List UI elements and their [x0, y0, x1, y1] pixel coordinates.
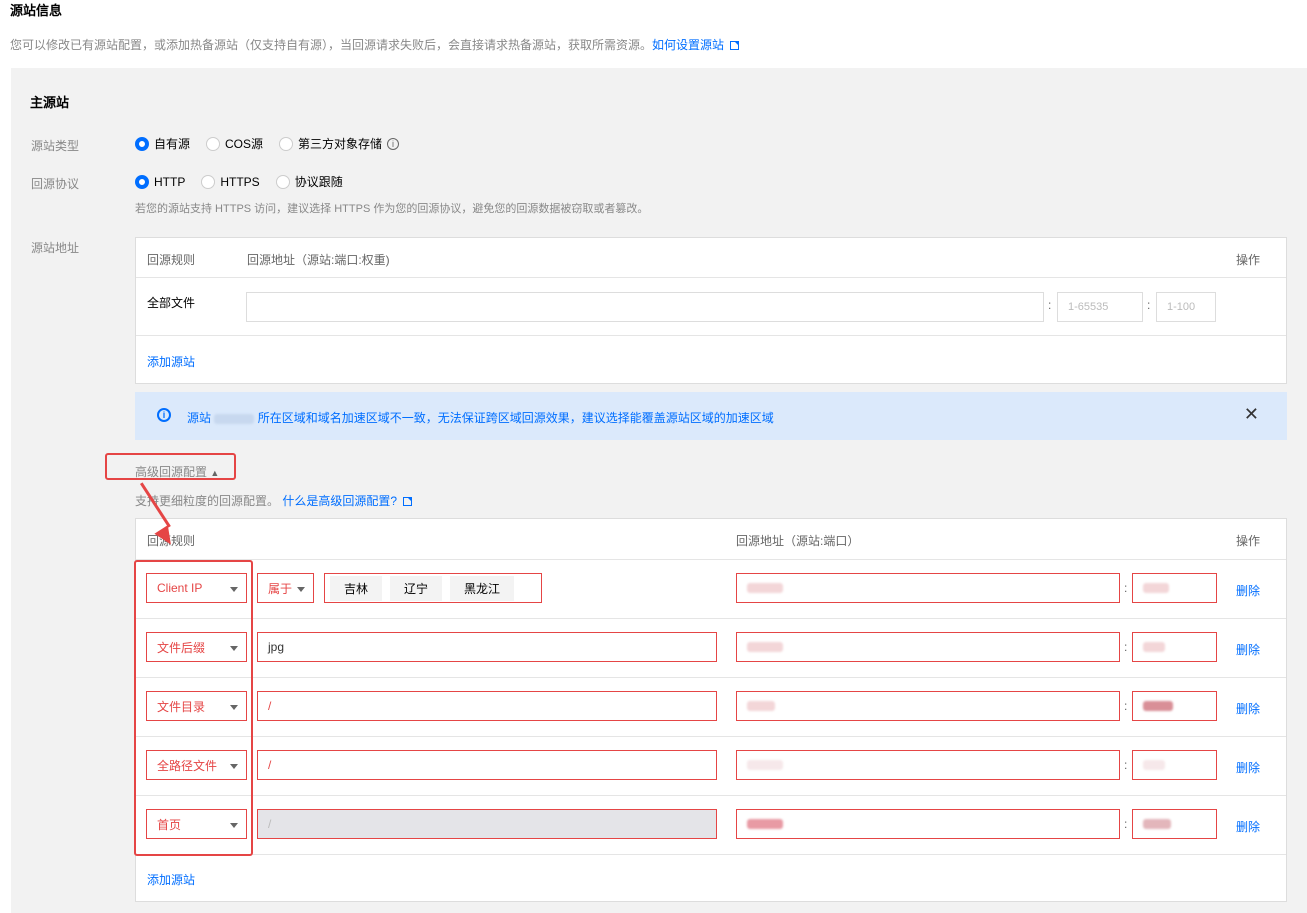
rule-all-files: 全部文件 [147, 296, 196, 310]
description-text: 您可以修改已有源站配置，或添加热备源站（仅支持自有源），当回源请求失败后，会直接… [10, 38, 653, 52]
main-origin-title: 主源站 [30, 95, 70, 110]
region-tag[interactable]: 黑龙江 [450, 575, 515, 601]
radio-cos-origin[interactable]: COS源 [206, 135, 263, 152]
column-header: 回源地址（源站:端口） [736, 534, 860, 548]
region-tag[interactable]: 吉林 [330, 575, 383, 601]
origin-address-input[interactable] [736, 809, 1120, 839]
region-tag-input[interactable]: 吉林 辽宁 黑龙江 [324, 573, 542, 603]
origin-address-input[interactable] [736, 691, 1120, 721]
highlight-box [134, 560, 253, 856]
info-icon[interactable]: i [387, 137, 400, 150]
external-link-icon[interactable] [403, 497, 413, 506]
delete-link[interactable]: 删除 [1236, 759, 1260, 776]
select-value: 属于 [268, 581, 293, 596]
notice-suffix: 所在区域和域名加速区域不一致，无法保证跨区域回源效果，建议选择能覆盖源站区域的加… [257, 411, 774, 425]
region-notice: i 源站 所在区域和域名加速区域不一致，无法保证跨区域回源效果，建议选择能覆盖源… [135, 392, 1287, 440]
advanced-toggle-label: 高级回源配置 [135, 465, 208, 479]
operator-select[interactable]: 属于 [257, 573, 314, 603]
chevron-down-icon [297, 587, 305, 592]
radio-self-origin[interactable]: 自有源 [135, 135, 190, 152]
radio-unchecked-icon[interactable] [206, 136, 221, 151]
radio-label: 自有源 [154, 137, 191, 151]
delete-link[interactable]: 删除 [1236, 818, 1260, 835]
advanced-toggle[interactable]: 高级回源配置 ▲ [135, 463, 219, 480]
radio-protocol-follow[interactable]: 协议跟随 [275, 173, 343, 190]
port-input[interactable]: 1-65535 [1057, 292, 1143, 322]
info-icon: i [157, 408, 171, 422]
rule-value-input[interactable]: jpg [257, 632, 717, 662]
origin-type-label: 源站类型 [31, 139, 80, 153]
port-input[interactable] [1132, 632, 1217, 662]
origin-address-input[interactable] [736, 750, 1120, 780]
radio-label: 协议跟随 [294, 175, 343, 189]
advanced-help-link[interactable]: 什么是高级回源配置? [282, 494, 397, 508]
redacted-value [747, 819, 783, 829]
radio-label: COS源 [225, 137, 264, 151]
radio-label: 第三方对象存储 [298, 137, 383, 151]
advanced-origin-table: 回源规则 回源地址（源站:端口） 操作 Client IP 属于 吉林 辽宁 黑龙江… [135, 518, 1287, 902]
origin-address-label: 源站地址 [31, 241, 80, 255]
redacted-value [747, 760, 783, 770]
redacted-value [747, 642, 783, 652]
delete-link[interactable]: 删除 [1236, 641, 1260, 658]
port-input[interactable] [1132, 573, 1217, 603]
origin-address-input[interactable] [736, 573, 1120, 603]
add-origin-link[interactable]: 添加源站 [147, 871, 195, 888]
external-link-icon[interactable] [730, 41, 740, 50]
radio-http[interactable]: HTTP [135, 174, 186, 189]
caret-up-icon: ▲ [210, 468, 220, 478]
delete-link[interactable]: 删除 [1236, 582, 1260, 599]
radio-label: HTTP [154, 174, 186, 189]
protocol-radio-group: HTTP HTTPS 协议跟随 [135, 173, 359, 190]
page-description: 您可以修改已有源站配置，或添加热备源站（仅支持自有源），当回源请求失败后，会直接… [10, 36, 740, 53]
delete-link[interactable]: 删除 [1236, 700, 1260, 717]
radio-third-party-storage[interactable]: 第三方对象存储 i [279, 135, 400, 152]
redacted-value [1143, 701, 1173, 711]
radio-checked-icon[interactable] [135, 174, 149, 189]
redacted-value [747, 583, 783, 593]
rule-value-input[interactable]: / [257, 750, 717, 780]
redacted-value [1143, 760, 1165, 770]
protocol-label: 回源协议 [31, 177, 80, 191]
port-input[interactable] [1132, 750, 1217, 780]
radio-unchecked-icon[interactable] [201, 174, 216, 189]
add-origin-link[interactable]: 添加源站 [147, 353, 195, 370]
port-input[interactable] [1132, 809, 1217, 839]
redacted-origin [214, 413, 255, 424]
close-icon[interactable]: ✕ [1244, 404, 1259, 425]
rule-value-input-disabled: / [257, 809, 717, 839]
redacted-value [1143, 819, 1171, 829]
port-input[interactable] [1132, 691, 1217, 721]
column-header: 操作 [1236, 534, 1261, 548]
redacted-value [1143, 583, 1169, 593]
radio-unchecked-icon[interactable] [279, 136, 294, 151]
rule-value-input[interactable]: / [257, 691, 717, 721]
notice-prefix: 源站 [187, 411, 212, 425]
region-tag[interactable]: 辽宁 [390, 575, 443, 601]
notice-text: 源站 所在区域和域名加速区域不一致，无法保证跨区域回源效果，建议选择能覆盖源站区… [187, 409, 774, 426]
redacted-value [1143, 642, 1165, 652]
redacted-value [747, 701, 775, 711]
page-title: 源站信息 [10, 3, 63, 18]
origin-type-radio-group: 自有源 COS源 第三方对象存储 i [135, 135, 400, 152]
protocol-hint: 若您的源站支持 HTTPS 访问，建议选择 HTTPS 作为您的回源协议，避免您… [135, 203, 649, 215]
radio-checked-icon[interactable] [135, 136, 149, 151]
origin-address-input[interactable] [246, 292, 1044, 322]
origin-address-table: 回源规则 回源地址（源站:端口:权重) 操作 全部文件 : 1-65535 : … [135, 237, 1287, 384]
help-link[interactable]: 如何设置源站 [652, 38, 724, 52]
radio-https[interactable]: HTTPS [201, 174, 260, 189]
radio-unchecked-icon[interactable] [275, 174, 290, 189]
advanced-hint: 支持更细粒度的回源配置。 什么是高级回源配置? [135, 492, 413, 509]
origin-address-input[interactable] [736, 632, 1120, 662]
column-header: 操作 [1236, 253, 1261, 267]
radio-label: HTTPS [220, 174, 260, 189]
column-header: 回源地址（源站:端口:权重) [247, 253, 390, 267]
column-header: 回源规则 [147, 253, 196, 267]
weight-input[interactable]: 1-100 [1156, 292, 1216, 322]
